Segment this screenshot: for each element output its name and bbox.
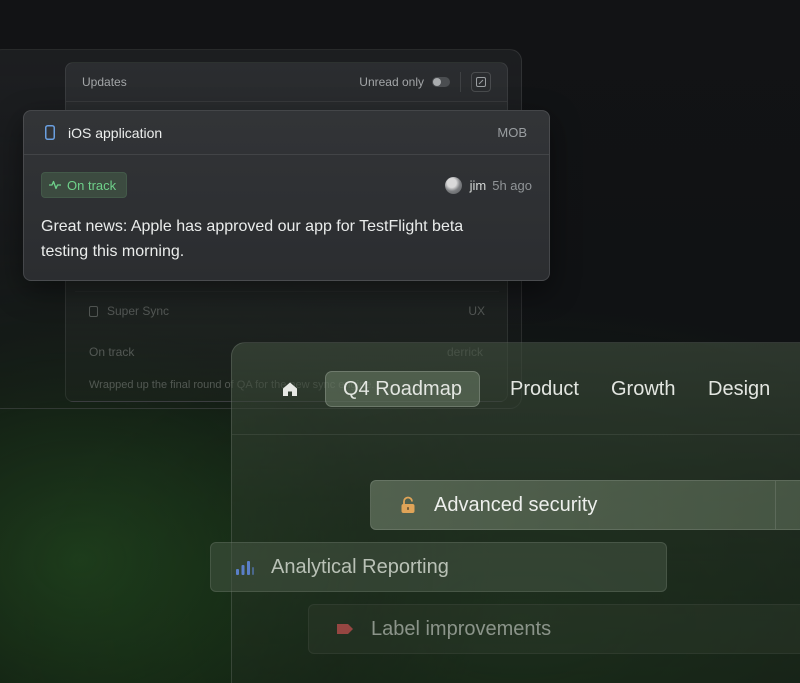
tab-product[interactable]: Product [510, 371, 579, 407]
feature-label: Label improvements [371, 617, 552, 640]
sync-card-title: Super Sync [107, 304, 170, 318]
updates-header: Updates Unread only [66, 63, 507, 102]
timestamp: 5h ago [492, 177, 532, 193]
sync-card-header: Super Sync UX [89, 304, 485, 318]
feature-label-improvements[interactable]: Label improvements [308, 604, 800, 654]
document-icon [89, 305, 98, 317]
compose-icon [476, 77, 486, 87]
bar-chart-icon [235, 557, 255, 577]
pulse-icon [49, 180, 61, 190]
tab-growth[interactable]: Growth [611, 371, 675, 407]
lock-icon [398, 495, 418, 515]
status-badge[interactable]: On track [41, 172, 128, 198]
feature-label: Analytical Reporting [271, 555, 449, 578]
label-tag-icon [335, 619, 355, 639]
updates-title: Updates [82, 75, 127, 89]
author-name[interactable]: jim [470, 178, 487, 193]
home-button[interactable] [281, 380, 299, 398]
compose-button[interactable] [471, 72, 491, 92]
project-code: MOB [497, 125, 527, 140]
project-update-card[interactable]: iOS application MOB On track jim 5h ago … [23, 110, 550, 281]
tab-q4-roadmap[interactable]: Q4 Roadmap [325, 371, 480, 407]
tab-design[interactable]: Design [708, 371, 770, 407]
card-header: iOS application MOB [24, 111, 549, 155]
unread-only-toggle[interactable] [432, 77, 450, 87]
mobile-phone-icon [42, 125, 58, 141]
roadmap-tabbar: Q4 Roadmap Product Growth Design [232, 343, 800, 435]
feature-label: Advanced security [434, 493, 598, 516]
sync-card-status: On track [89, 345, 135, 359]
feature-advanced-security[interactable]: Advanced security [370, 480, 800, 530]
sync-card-code: UX [468, 304, 485, 318]
card-meta: On track jim 5h ago [41, 172, 532, 198]
unread-only-label: Unread only [359, 75, 424, 89]
update-body: Great news: Apple has approved our app f… [41, 218, 464, 260]
status-label: On track [67, 177, 117, 193]
feature-analytical-reporting[interactable]: Analytical Reporting [210, 542, 667, 592]
feature-divider [775, 481, 776, 529]
avatar[interactable] [444, 176, 462, 194]
header-divider [460, 72, 461, 92]
home-icon [283, 382, 297, 396]
project-name[interactable]: iOS application [68, 125, 162, 141]
